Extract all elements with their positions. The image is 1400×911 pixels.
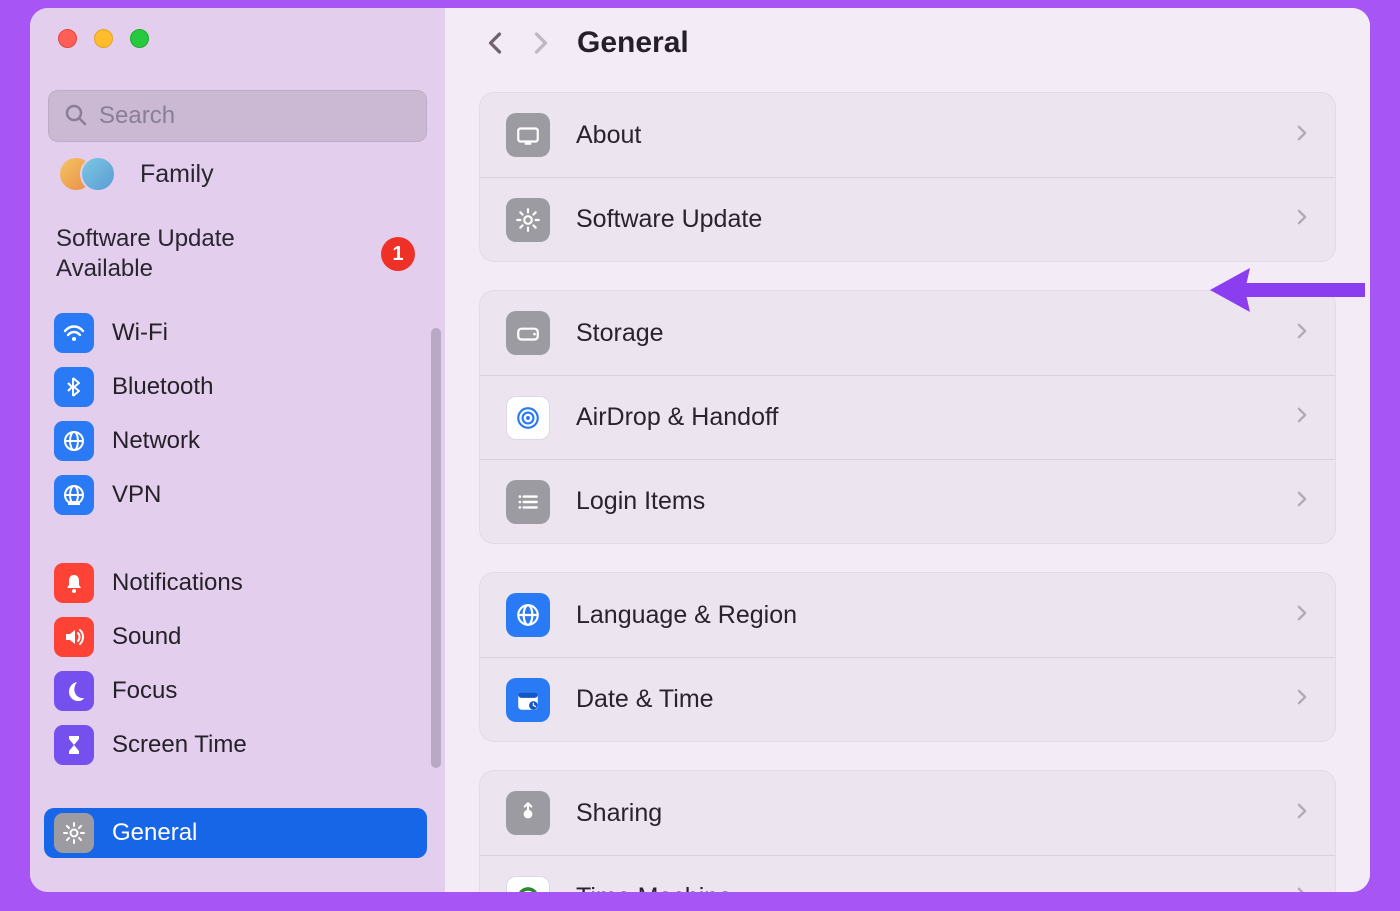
vpn-icon [54, 475, 94, 515]
calendar-icon [506, 678, 550, 722]
chevron-right-icon [1295, 206, 1309, 233]
chevron-right-icon [1295, 884, 1309, 892]
sharing-icon [506, 791, 550, 835]
sidebar-item-label: VPN [112, 481, 161, 509]
row-language-region[interactable]: Language & Region [480, 573, 1335, 657]
sidebar-item-label: General [112, 819, 197, 847]
sidebar-item-focus[interactable]: Focus [44, 666, 427, 716]
row-label: About [576, 121, 641, 150]
sidebar-item-general[interactable]: General [44, 808, 427, 858]
row-label: Time Machine [576, 883, 732, 892]
titlebar [30, 8, 445, 68]
maximize-button[interactable] [130, 29, 149, 48]
airdrop-icon [506, 396, 550, 440]
row-time-machine[interactable]: Time Machine [480, 855, 1335, 892]
bluetooth-icon [54, 367, 94, 407]
settings-group: Storage AirDrop & Handoff Login Items [479, 290, 1336, 544]
back-button[interactable] [485, 28, 505, 58]
moon-icon [54, 671, 94, 711]
sidebar-item-bluetooth[interactable]: Bluetooth [44, 362, 427, 412]
search-input[interactable] [99, 102, 412, 130]
sidebar-item-label: Wi-Fi [112, 319, 168, 347]
wifi-icon [54, 313, 94, 353]
globe-icon [506, 593, 550, 637]
row-software-update[interactable]: Software Update [480, 177, 1335, 261]
hourglass-icon [54, 725, 94, 765]
settings-group: Sharing Time Machine [479, 770, 1336, 892]
minimize-button[interactable] [94, 29, 113, 48]
globe-icon [54, 421, 94, 461]
about-icon [506, 113, 550, 157]
sidebar-item-label: Bluetooth [112, 373, 213, 401]
bell-icon [54, 563, 94, 603]
update-label: Software Update Available [56, 224, 286, 284]
sidebar-item-label: Focus [112, 677, 177, 705]
disk-icon [506, 311, 550, 355]
sidebar-scrollbar[interactable] [431, 328, 441, 768]
sidebar: Family Software Update Available 1 Wi-Fi… [30, 8, 445, 892]
chevron-right-icon [1295, 122, 1309, 149]
family-avatars [58, 154, 118, 194]
gear-icon [506, 198, 550, 242]
update-badge: 1 [381, 237, 415, 271]
speaker-icon [54, 617, 94, 657]
search-icon [63, 102, 87, 131]
family-label: Family [140, 160, 214, 189]
chevron-right-icon [1295, 404, 1309, 431]
settings-window: Family Software Update Available 1 Wi-Fi… [30, 8, 1370, 892]
page-title: General [577, 26, 689, 60]
row-label: Login Items [576, 487, 705, 516]
sidebar-item-label: Screen Time [112, 731, 247, 759]
sidebar-item-vpn[interactable]: VPN [44, 470, 427, 520]
sidebar-item-family[interactable]: Family [30, 148, 441, 200]
row-label: Sharing [576, 799, 662, 828]
sidebar-update-notice[interactable]: Software Update Available 1 [56, 224, 415, 284]
sidebar-item-label: Notifications [112, 569, 243, 597]
sidebar-item-sound[interactable]: Sound [44, 612, 427, 662]
row-label: Language & Region [576, 601, 797, 630]
forward-button[interactable] [531, 28, 551, 58]
sidebar-item-wi-fi[interactable]: Wi-Fi [44, 308, 427, 358]
sidebar-item-label: Sound [112, 623, 181, 651]
chevron-right-icon [1295, 800, 1309, 827]
row-label: Storage [576, 319, 664, 348]
row-label: AirDrop & Handoff [576, 403, 778, 432]
chevron-right-icon [1295, 686, 1309, 713]
chevron-right-icon [1295, 488, 1309, 515]
timemachine-icon [506, 876, 550, 893]
row-airdrop-handoff[interactable]: AirDrop & Handoff [480, 375, 1335, 459]
sidebar-item-network[interactable]: Network [44, 416, 427, 466]
main-panel: General About Software Update Storage AirDr… [445, 8, 1370, 892]
close-button[interactable] [58, 29, 77, 48]
settings-group: About Software Update [479, 92, 1336, 262]
list-icon [506, 480, 550, 524]
gear-icon [54, 813, 94, 853]
content: About Software Update Storage AirDrop & Han… [445, 78, 1370, 892]
chevron-right-icon [1295, 602, 1309, 629]
row-sharing[interactable]: Sharing [480, 771, 1335, 855]
search-field[interactable] [48, 90, 427, 142]
row-label: Software Update [576, 205, 762, 234]
row-about[interactable]: About [480, 93, 1335, 177]
sidebar-item-label: Network [112, 427, 200, 455]
row-label: Date & Time [576, 685, 714, 714]
row-date-time[interactable]: Date & Time [480, 657, 1335, 741]
header: General [445, 8, 1370, 78]
sidebar-item-notifications[interactable]: Notifications [44, 558, 427, 608]
chevron-right-icon [1295, 320, 1309, 347]
sidebar-item-screen-time[interactable]: Screen Time [44, 720, 427, 770]
row-login-items[interactable]: Login Items [480, 459, 1335, 543]
settings-group: Language & Region Date & Time [479, 572, 1336, 742]
row-storage[interactable]: Storage [480, 291, 1335, 375]
